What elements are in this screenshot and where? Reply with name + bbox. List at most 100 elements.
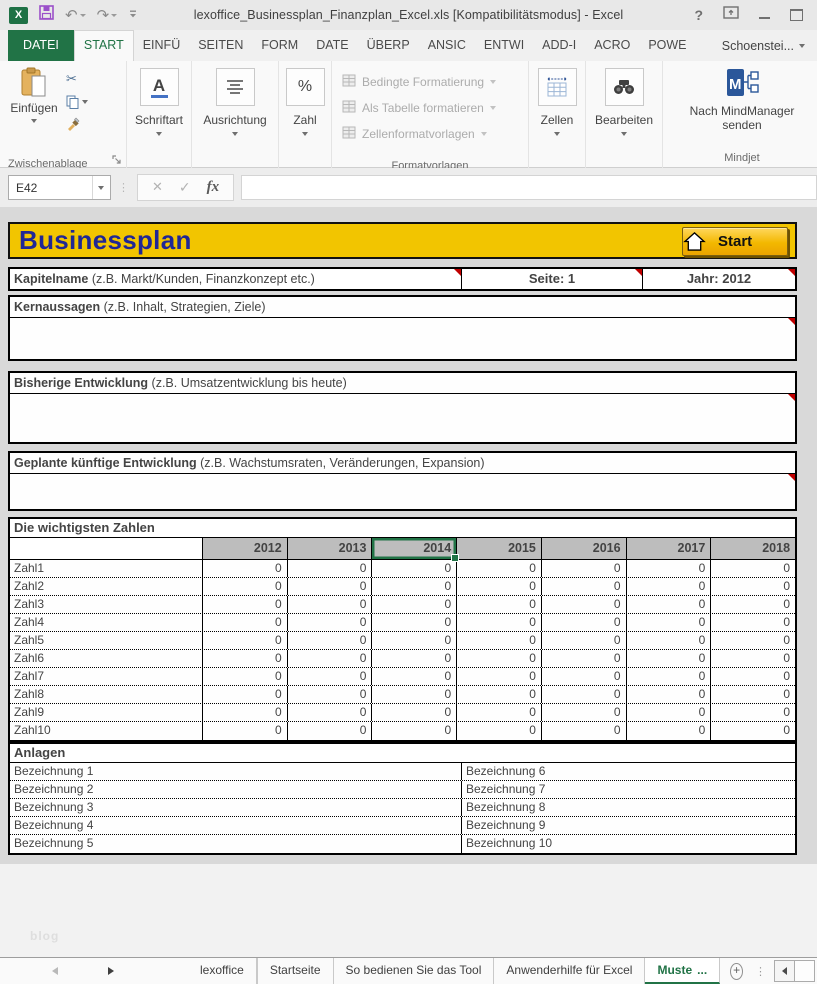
anlagen-cell-right[interactable]: Bezeichnung 10 bbox=[462, 835, 795, 853]
value-cell[interactable]: 0 bbox=[626, 686, 711, 703]
value-cell[interactable]: 0 bbox=[202, 560, 287, 577]
value-cell[interactable]: 0 bbox=[710, 596, 795, 613]
prev-sheet-icon[interactable] bbox=[52, 967, 58, 975]
copy-button[interactable] bbox=[66, 93, 88, 110]
value-cell[interactable]: 0 bbox=[626, 650, 711, 667]
value-cell[interactable]: 0 bbox=[541, 668, 626, 685]
group-font-collapsed[interactable]: A Schriftart bbox=[127, 61, 192, 174]
value-cell[interactable]: 0 bbox=[541, 560, 626, 577]
help-button[interactable]: ? bbox=[694, 7, 703, 23]
value-cell[interactable]: 0 bbox=[371, 686, 456, 703]
ribbon-tab-einf[interactable]: EINFÜ bbox=[134, 30, 190, 61]
value-cell[interactable]: 0 bbox=[371, 614, 456, 631]
value-cell[interactable]: 0 bbox=[541, 686, 626, 703]
value-cell[interactable]: 0 bbox=[371, 596, 456, 613]
value-cell[interactable]: 0 bbox=[456, 614, 541, 631]
value-cell[interactable]: 0 bbox=[456, 704, 541, 721]
value-cell[interactable]: 0 bbox=[456, 668, 541, 685]
value-cell[interactable]: 0 bbox=[371, 632, 456, 649]
value-cell[interactable]: 0 bbox=[626, 722, 711, 740]
row-label-zahl10[interactable]: Zahl10 bbox=[10, 722, 202, 740]
value-cell[interactable]: 0 bbox=[541, 704, 626, 721]
mindmanager-send-button[interactable]: M Nach MindManager senden bbox=[663, 61, 817, 132]
value-cell[interactable]: 0 bbox=[371, 722, 456, 740]
value-cell[interactable]: 0 bbox=[287, 722, 372, 740]
value-cell[interactable]: 0 bbox=[371, 668, 456, 685]
formula-bar-grip[interactable]: ⋮ bbox=[118, 181, 130, 194]
value-cell[interactable]: 0 bbox=[202, 596, 287, 613]
ribbon-tab-ansic[interactable]: ANSIC bbox=[419, 30, 475, 61]
value-cell[interactable]: 0 bbox=[626, 614, 711, 631]
anlagen-cell-left[interactable]: Bezeichnung 5 bbox=[10, 835, 462, 853]
value-cell[interactable]: 0 bbox=[202, 632, 287, 649]
ribbon-tab-form[interactable]: FORM bbox=[252, 30, 307, 61]
year-header-2012[interactable]: 2012 bbox=[202, 538, 287, 559]
value-cell[interactable]: 0 bbox=[287, 650, 372, 667]
value-cell[interactable]: 0 bbox=[541, 578, 626, 595]
redo-button[interactable]: ↷ bbox=[97, 8, 118, 23]
value-cell[interactable]: 0 bbox=[371, 704, 456, 721]
row-label-zahl1[interactable]: Zahl1 bbox=[10, 560, 202, 577]
value-cell[interactable]: 0 bbox=[287, 668, 372, 685]
row-label-zahl4[interactable]: Zahl4 bbox=[10, 614, 202, 631]
selected-cell[interactable]: 2014 bbox=[371, 538, 456, 559]
ribbon-tab-entwi[interactable]: ENTWI bbox=[475, 30, 533, 61]
cut-button[interactable]: ✂ bbox=[66, 71, 88, 88]
ribbon-tab-acro[interactable]: ACRO bbox=[585, 30, 639, 61]
value-cell[interactable]: 0 bbox=[202, 650, 287, 667]
scroll-left-button[interactable] bbox=[774, 960, 795, 982]
value-cell[interactable]: 0 bbox=[287, 704, 372, 721]
value-cell[interactable]: 0 bbox=[541, 632, 626, 649]
formula-input[interactable] bbox=[241, 175, 817, 200]
account-menu[interactable]: Schoenstei... bbox=[722, 30, 817, 61]
section-input-area[interactable] bbox=[10, 394, 795, 442]
row-label-zahl5[interactable]: Zahl5 bbox=[10, 632, 202, 649]
ribbon-tab-date[interactable]: DATE bbox=[307, 30, 357, 61]
ribbon-tab-seiten[interactable]: SEITEN bbox=[189, 30, 252, 61]
minimize-button[interactable] bbox=[759, 17, 770, 19]
value-cell[interactable]: 0 bbox=[456, 632, 541, 649]
value-cell[interactable]: 0 bbox=[541, 614, 626, 631]
value-cell[interactable]: 0 bbox=[287, 632, 372, 649]
start-button[interactable]: Start bbox=[682, 227, 788, 256]
year-header-2016[interactable]: 2016 bbox=[541, 538, 626, 559]
value-cell[interactable]: 0 bbox=[626, 668, 711, 685]
row-label-zahl6[interactable]: Zahl6 bbox=[10, 650, 202, 667]
anlagen-cell-right[interactable]: Bezeichnung 6 bbox=[462, 763, 795, 780]
value-cell[interactable]: 0 bbox=[456, 578, 541, 595]
value-cell[interactable]: 0 bbox=[371, 578, 456, 595]
year-header-2013[interactable]: 2013 bbox=[287, 538, 372, 559]
value-cell[interactable]: 0 bbox=[710, 632, 795, 649]
value-cell[interactable]: 0 bbox=[541, 722, 626, 740]
group-cells-collapsed[interactable]: Zellen bbox=[529, 61, 586, 174]
value-cell[interactable]: 0 bbox=[202, 578, 287, 595]
style-item-0[interactable]: Bedingte Formatierung bbox=[342, 69, 528, 95]
value-cell[interactable]: 0 bbox=[456, 650, 541, 667]
style-item-2[interactable]: Zellenformatvorlagen bbox=[342, 121, 528, 147]
value-cell[interactable]: 0 bbox=[287, 578, 372, 595]
value-cell[interactable]: 0 bbox=[710, 614, 795, 631]
row-label-zahl8[interactable]: Zahl8 bbox=[10, 686, 202, 703]
value-cell[interactable]: 0 bbox=[710, 560, 795, 577]
row-label-zahl2[interactable]: Zahl2 bbox=[10, 578, 202, 595]
value-cell[interactable]: 0 bbox=[710, 722, 795, 740]
sheet-tab-active[interactable]: Muste ... bbox=[645, 958, 720, 984]
ribbon-tab-powe[interactable]: POWE bbox=[639, 30, 695, 61]
value-cell[interactable]: 0 bbox=[371, 560, 456, 577]
year-header-2018[interactable]: 2018 bbox=[710, 538, 795, 559]
anlagen-cell-left[interactable]: Bezeichnung 4 bbox=[10, 817, 462, 834]
anlagen-cell-left[interactable]: Bezeichnung 1 bbox=[10, 763, 462, 780]
value-cell[interactable]: 0 bbox=[202, 686, 287, 703]
row-label-zahl3[interactable]: Zahl3 bbox=[10, 596, 202, 613]
anlagen-cell-left[interactable]: Bezeichnung 3 bbox=[10, 799, 462, 816]
kapitelname-cell[interactable]: Kapitelname (z.B. Markt/Kunden, Finanzko… bbox=[10, 269, 461, 289]
anlagen-cell-right[interactable]: Bezeichnung 7 bbox=[462, 781, 795, 798]
value-cell[interactable]: 0 bbox=[287, 686, 372, 703]
value-cell[interactable]: 0 bbox=[626, 704, 711, 721]
value-cell[interactable]: 0 bbox=[710, 650, 795, 667]
value-cell[interactable]: 0 bbox=[456, 722, 541, 740]
value-cell[interactable]: 0 bbox=[456, 686, 541, 703]
value-cell[interactable]: 0 bbox=[626, 578, 711, 595]
year-header-2015[interactable]: 2015 bbox=[456, 538, 541, 559]
group-alignment-collapsed[interactable]: Ausrichtung bbox=[192, 61, 279, 174]
